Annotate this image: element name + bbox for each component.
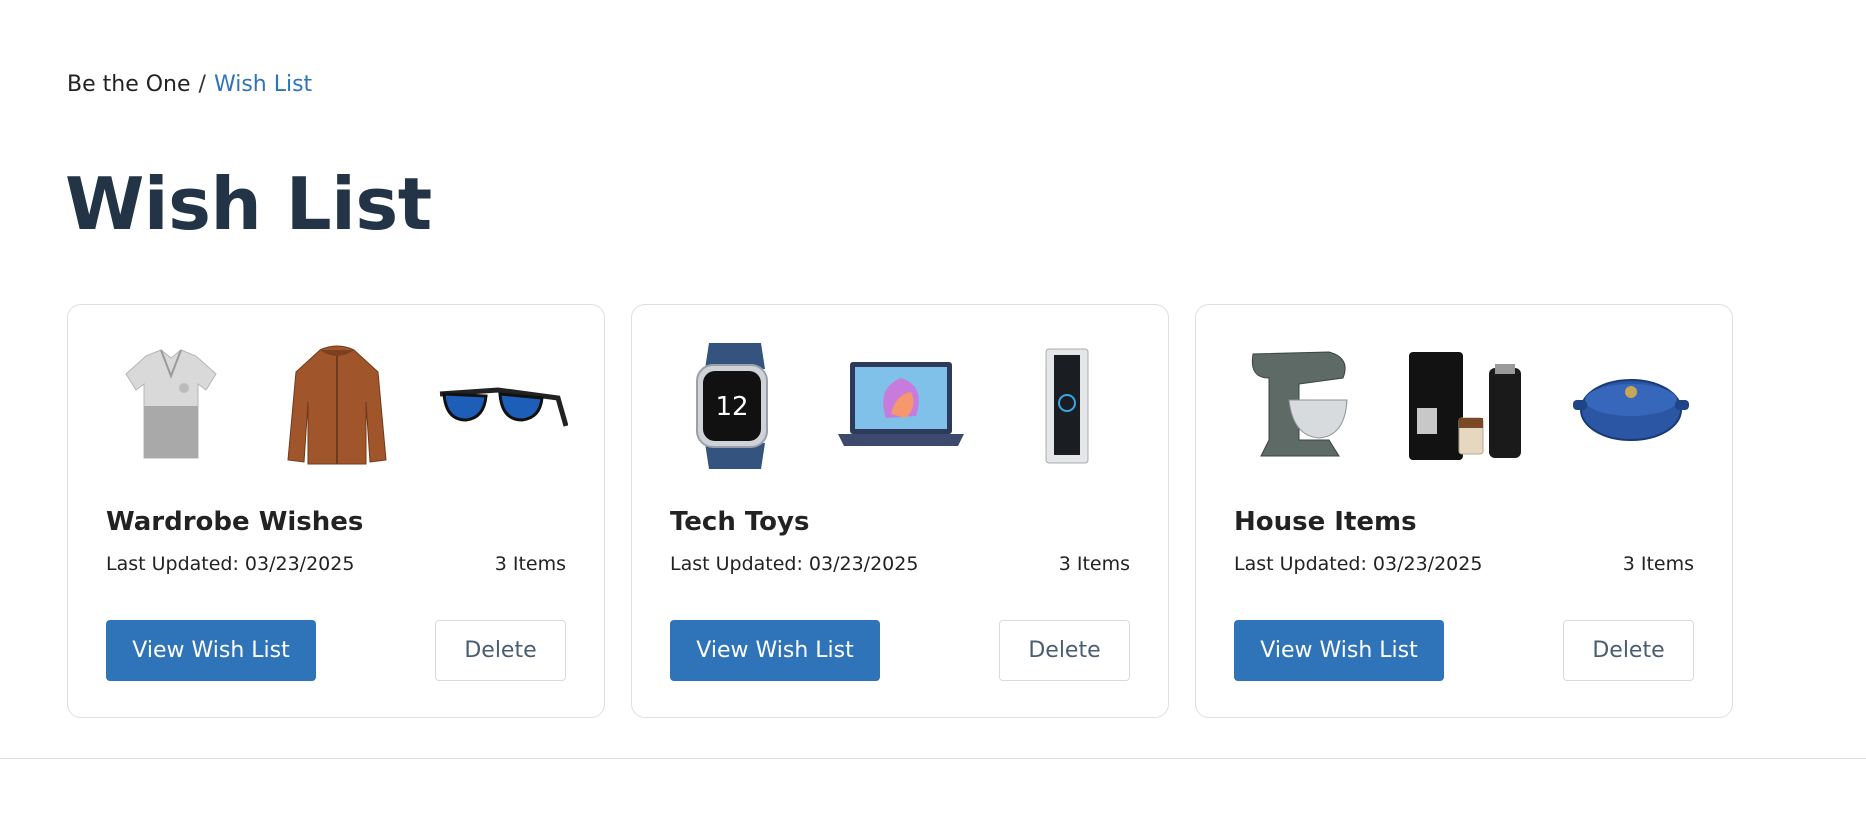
item-count: 3 Items	[1622, 553, 1694, 575]
wishlist-card: 12 Tech Toys Last Updated: 03/23/2025 3 …	[631, 304, 1169, 718]
delete-button[interactable]: Delete	[1563, 620, 1694, 681]
last-updated: Last Updated: 03/23/2025	[1234, 553, 1483, 575]
video-doorbell-image	[1002, 341, 1132, 471]
espresso-machine-image	[1400, 341, 1530, 471]
wishlist-card: House Items Last Updated: 03/23/2025 3 I…	[1195, 304, 1733, 718]
laptop-image	[836, 341, 966, 471]
breadcrumb-current-link[interactable]: Wish List	[214, 72, 312, 97]
card-title: Tech Toys	[670, 507, 810, 537]
dutch-oven-image	[1566, 341, 1696, 471]
view-wish-list-button[interactable]: View Wish List	[670, 620, 880, 681]
wishlist-card: Wardrobe Wishes Last Updated: 03/23/2025…	[67, 304, 605, 718]
card-title: Wardrobe Wishes	[106, 507, 364, 537]
svg-text:12: 12	[715, 392, 748, 422]
brown-jacket-image	[272, 341, 402, 471]
thumbnail-strip	[106, 341, 568, 471]
view-wish-list-button[interactable]: View Wish List	[106, 620, 316, 681]
last-updated: Last Updated: 03/23/2025	[106, 553, 355, 575]
breadcrumb: Be the One / Wish List	[67, 72, 312, 97]
item-count: 3 Items	[494, 553, 566, 575]
thumbnail-strip	[1234, 341, 1696, 471]
polo-shirt-image	[106, 341, 236, 471]
item-count: 3 Items	[1058, 553, 1130, 575]
footer-divider	[0, 758, 1866, 759]
delete-button[interactable]: Delete	[435, 620, 566, 681]
smartwatch-image: 12	[670, 341, 800, 471]
stand-mixer-image	[1234, 341, 1364, 471]
sunglasses-image	[438, 341, 568, 471]
breadcrumb-home-link[interactable]: Be the One	[67, 72, 191, 97]
delete-button[interactable]: Delete	[999, 620, 1130, 681]
breadcrumb-separator: /	[198, 72, 206, 97]
last-updated: Last Updated: 03/23/2025	[670, 553, 919, 575]
card-title: House Items	[1234, 507, 1417, 537]
page-title: Wish List	[65, 162, 432, 246]
wishlist-cards: Wardrobe Wishes Last Updated: 03/23/2025…	[67, 304, 1733, 718]
view-wish-list-button[interactable]: View Wish List	[1234, 620, 1444, 681]
thumbnail-strip: 12	[670, 341, 1132, 471]
